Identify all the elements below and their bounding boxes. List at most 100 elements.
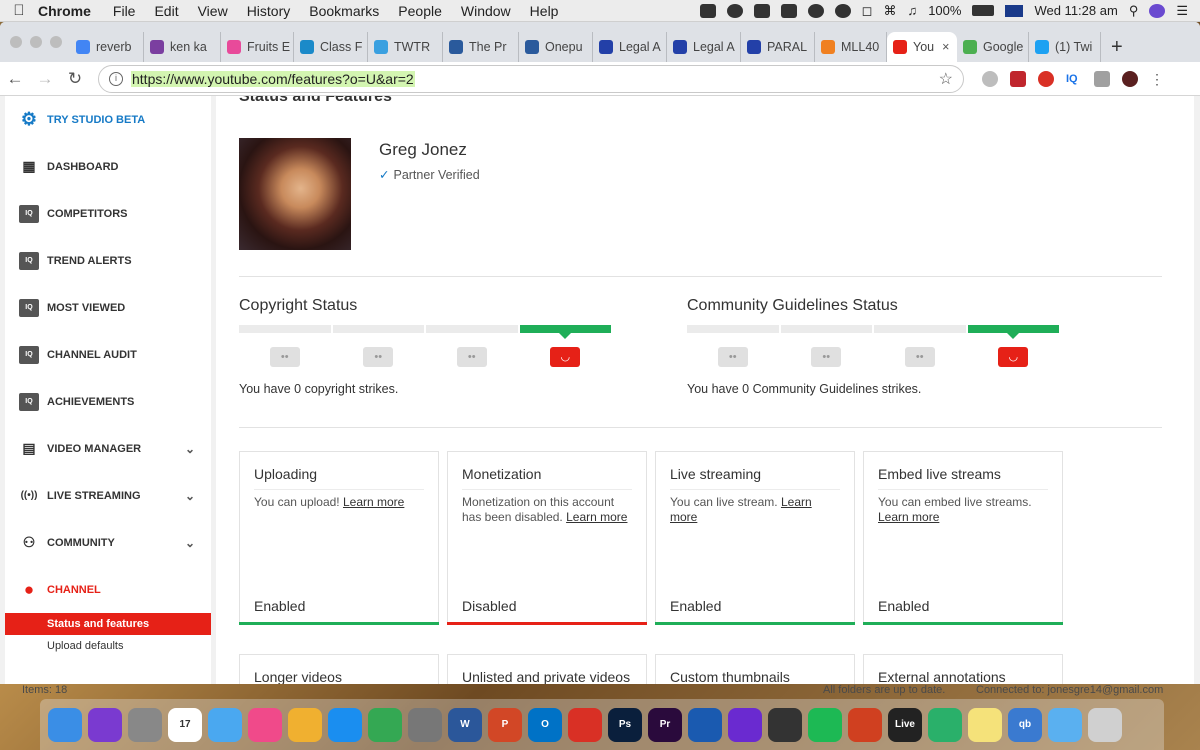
menu-window[interactable]: Window [461, 3, 511, 19]
vidiq-extension-icon[interactable]: IQ [1066, 70, 1082, 87]
tab[interactable]: Legal A [593, 32, 667, 62]
menu-edit[interactable]: Edit [154, 3, 178, 19]
flag-icon[interactable] [1005, 4, 1024, 17]
tab[interactable]: MLL40 [815, 32, 887, 62]
sync-icon[interactable] [807, 3, 824, 18]
bluetooth-icon[interactable]: ◻ [862, 3, 873, 19]
wifi-icon[interactable]: ⌘ [883, 3, 896, 19]
audacity-icon[interactable] [848, 707, 882, 742]
ableton-live-icon[interactable]: Live [888, 707, 922, 742]
tab[interactable]: Onepu [519, 32, 593, 62]
tab[interactable]: TWTR [368, 32, 443, 62]
sidebar-item-most-viewed[interactable]: IQ MOST VIEWED [5, 284, 211, 331]
tab[interactable]: The Pr [443, 32, 519, 62]
learn-more-link[interactable]: Learn more [343, 495, 404, 509]
reload-icon[interactable]: ↻ [60, 69, 90, 89]
profile-avatar[interactable] [1122, 70, 1138, 87]
sidebar-item-dashboard[interactable]: ▦ DASHBOARD [5, 143, 211, 190]
imovie-icon[interactable] [728, 707, 762, 742]
premiere-icon[interactable]: Pr [648, 707, 682, 742]
sidebar-item-achievements[interactable]: IQ ACHIEVEMENTS [5, 378, 211, 425]
learn-more-link[interactable]: Learn more [878, 510, 939, 524]
sidebar-item-channel[interactable]: ● CHANNEL [5, 566, 211, 613]
outlook-icon[interactable]: O [528, 707, 562, 742]
creative-cloud-icon[interactable] [699, 3, 716, 18]
sidebar-item-trend-alerts[interactable]: IQ TREND ALERTS [5, 237, 211, 284]
url-text[interactable]: https://www.youtube.com/features?o=U&ar=… [131, 70, 415, 87]
app-menu-name[interactable]: Chrome [38, 3, 91, 19]
apple-icon[interactable]:  [0, 2, 38, 19]
chrome-icon[interactable] [368, 707, 402, 742]
battery-icon[interactable] [972, 5, 995, 16]
photos-icon[interactable] [288, 707, 322, 742]
messages-icon[interactable] [208, 707, 242, 742]
launchpad-icon[interactable] [128, 707, 162, 742]
chrome-menu-icon[interactable]: ⋮ [1150, 71, 1166, 87]
close-window-button[interactable] [10, 36, 22, 48]
lastpass-extension-icon[interactable] [1038, 70, 1054, 87]
tab[interactable]: Google [957, 32, 1029, 62]
word-icon[interactable]: W [448, 707, 482, 742]
sidebar-item-channel-audit[interactable]: IQ CHANNEL AUDIT [5, 331, 211, 378]
battery-label[interactable]: 100% [928, 3, 961, 18]
tab[interactable]: PARAL [741, 32, 815, 62]
app-store-icon[interactable] [328, 707, 362, 742]
sidebar-item-competitors[interactable]: IQ COMPETITORS [5, 190, 211, 237]
notification-center-icon[interactable]: ☰ [1176, 3, 1188, 19]
tab[interactable]: Legal A [667, 32, 741, 62]
send-icon[interactable] [928, 707, 962, 742]
learn-more-link[interactable]: Learn more [566, 510, 627, 524]
tab-close-icon[interactable]: × [942, 40, 949, 54]
ublock-extension-icon[interactable] [1010, 70, 1026, 87]
system-preferences-icon[interactable] [408, 707, 442, 742]
sidebar-item-video-manager[interactable]: ▤ VIDEO MANAGER ⌄ [5, 425, 211, 472]
m-icon[interactable] [753, 3, 770, 18]
back-icon[interactable]: ← [0, 69, 30, 89]
forward-icon[interactable]: → [30, 69, 60, 89]
clock[interactable]: Wed 11:28 am [1034, 3, 1117, 18]
itunes-icon[interactable] [248, 707, 282, 742]
notes-icon[interactable] [968, 707, 1002, 742]
address-bar[interactable]: i https://www.youtube.com/features?o=U&a… [98, 64, 964, 93]
chevron-down-icon[interactable]: ⌄ [185, 489, 195, 503]
powerpoint-icon[interactable]: P [488, 707, 522, 742]
tab[interactable]: Class F [294, 32, 368, 62]
unity-icon[interactable] [768, 707, 802, 742]
calendar-icon[interactable]: 17 [168, 707, 202, 742]
trash-icon[interactable] [1088, 707, 1122, 742]
tab[interactable]: Fruits E [221, 32, 294, 62]
menu-bookmarks[interactable]: Bookmarks [309, 3, 379, 19]
tab[interactable]: You × [887, 32, 957, 62]
drive-extension-icon[interactable] [982, 70, 998, 87]
tab[interactable]: reverb [70, 32, 144, 62]
acrobat-icon[interactable] [568, 707, 602, 742]
minimize-window-button[interactable] [30, 36, 42, 48]
siri-icon[interactable] [88, 707, 122, 742]
site-info-icon[interactable]: i [109, 71, 123, 86]
sidebar-item-try-studio-beta[interactable]: ⚙ TRY STUDIO BETA [5, 96, 211, 143]
sidebar-subitem-upload-defaults[interactable]: Upload defaults [5, 635, 211, 657]
folder-icon[interactable] [1048, 707, 1082, 742]
bookmark-star-icon[interactable]: ☆ [939, 69, 953, 89]
sidebar-item-community[interactable]: ⚇ COMMUNITY ⌄ [5, 519, 211, 566]
quicktime-icon[interactable] [688, 707, 722, 742]
spotlight-icon[interactable]: ⚲ [1129, 3, 1139, 19]
siri-menubar-icon[interactable] [1149, 3, 1166, 18]
grammarly-icon[interactable] [726, 3, 743, 18]
finder-icon[interactable] [48, 707, 82, 742]
menu-history[interactable]: History [247, 3, 291, 19]
tab[interactable]: (1) Twi [1029, 32, 1101, 62]
zoom-window-button[interactable] [50, 36, 62, 48]
menu-file[interactable]: File [113, 3, 136, 19]
chevron-down-icon[interactable]: ⌄ [185, 536, 195, 550]
menu-help[interactable]: Help [530, 3, 559, 19]
chevron-down-icon[interactable]: ⌄ [185, 442, 195, 456]
photoshop-icon[interactable]: Ps [608, 707, 642, 742]
new-tab-button[interactable]: + [1111, 32, 1123, 62]
extension-icon[interactable] [1094, 70, 1110, 87]
sidebar-subitem-status-and-features[interactable]: Status and features [5, 613, 211, 635]
time-machine-icon[interactable] [834, 3, 851, 18]
volume-icon[interactable]: ♫ [907, 3, 917, 18]
menu-extra-icon[interactable] [780, 3, 797, 18]
sidebar-item-live-streaming[interactable]: ((•)) LIVE STREAMING ⌄ [5, 472, 211, 519]
